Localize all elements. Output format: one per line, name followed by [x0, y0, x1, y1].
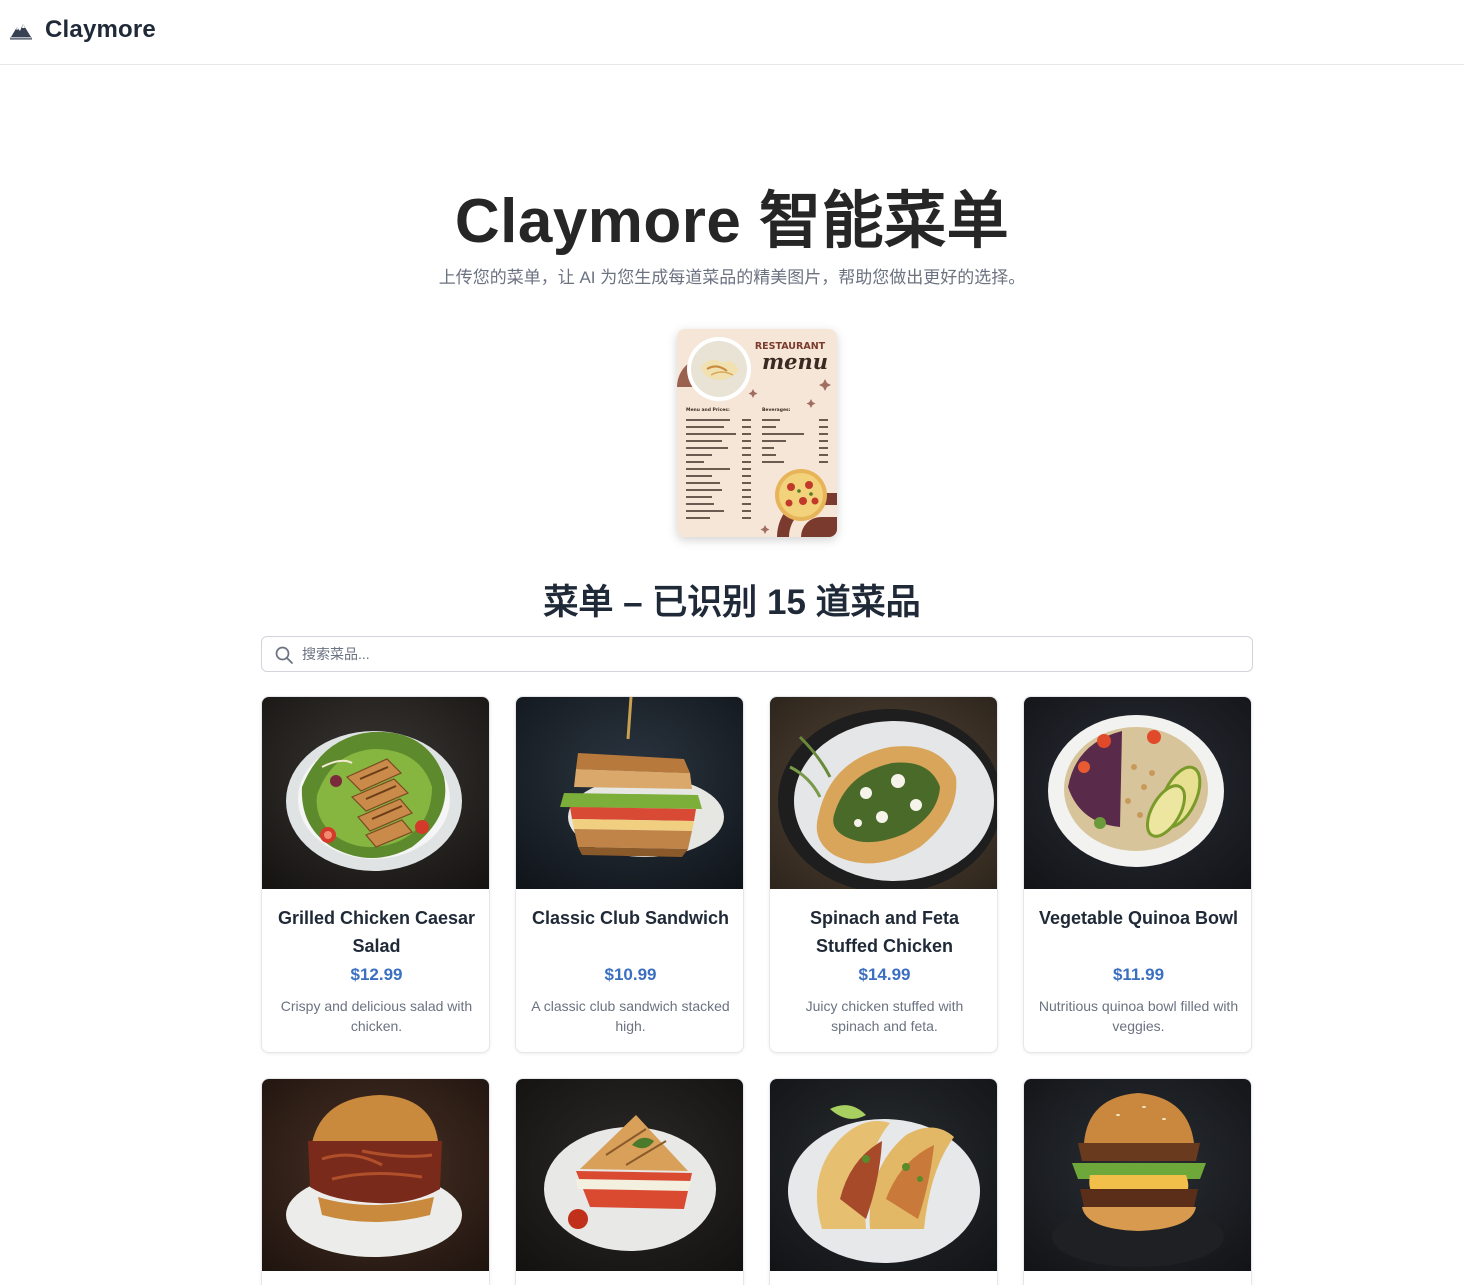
dish-card-classic-club-sandwich[interactable]: Classic Club Sandwich $10.99 A classic c…	[515, 696, 744, 1053]
quinoa-bowl-photo	[1024, 697, 1251, 889]
grilled-panini-photo	[516, 1079, 743, 1271]
stuffed-chicken-photo	[770, 697, 997, 889]
search-input[interactable]	[302, 637, 1242, 671]
uploaded-menu-thumbnail[interactable]: RESTAURANT menu Menu and Prices: Beverag…	[677, 329, 837, 537]
menu-section-title: 菜单 – 已识别 15 道菜品	[543, 583, 921, 622]
page-subtitle: 上传您的菜单，让 AI 为您生成每道菜品的精美图片，帮助您做出更好的选择。	[438, 268, 1026, 287]
pulled-pork-sandwich-photo	[262, 1079, 489, 1271]
dish-card-grilled-chicken-caesar-salad[interactable]: Grilled Chicken Caesar Salad $12.99 Cris…	[261, 696, 490, 1053]
dish-description: Juicy chicken stuffed with spinach and f…	[805, 998, 964, 1034]
claymore-logo-icon[interactable]	[8, 19, 34, 43]
dish-price: $10.99	[604, 965, 657, 984]
dish-description: A classic club sandwich stacked high.	[531, 998, 730, 1034]
dish-description: Crispy and delicious salad with chicken.	[280, 998, 473, 1034]
club-sandwich-photo	[516, 697, 743, 889]
fish-tacos-photo	[770, 1079, 997, 1271]
brand-name[interactable]: Claymore	[45, 16, 156, 44]
thumbnail-menu-title: Menu and Prices:	[686, 407, 730, 413]
grilled-chicken-salad-photo	[262, 697, 489, 889]
dish-price: $11.99	[1112, 965, 1165, 984]
cheeseburger-photo	[1024, 1079, 1251, 1271]
dish-name: Grilled Chicken Caesar Salad	[277, 908, 476, 956]
dish-card[interactable]	[1023, 1078, 1252, 1285]
page-title: Claymore 智能菜单	[454, 187, 1010, 256]
search-icon	[275, 646, 293, 664]
dish-card[interactable]	[515, 1078, 744, 1285]
dish-card-vegetable-quinoa-bowl[interactable]: Vegetable Quinoa Bowl $11.99 Nutritious …	[1023, 696, 1252, 1053]
dish-name: Classic Club Sandwich	[531, 908, 730, 928]
top-navbar: Claymore	[0, 0, 1464, 65]
dish-card-spinach-feta-stuffed-chicken[interactable]: Spinach and Feta Stuffed Chicken $14.99 …	[769, 696, 998, 1053]
thumbnail-beverages-title: Beverages:	[762, 407, 791, 413]
search-bar[interactable]	[261, 636, 1253, 672]
dish-card[interactable]	[261, 1078, 490, 1285]
dish-name: Spinach and Feta Stuffed Chicken	[809, 908, 960, 956]
dish-description: Nutritious quinoa bowl filled with veggi…	[1038, 998, 1239, 1034]
thumbnail-script-heading: menu	[762, 349, 828, 374]
dish-price: $12.99	[350, 965, 403, 984]
dish-price: $14.99	[858, 965, 911, 984]
dish-card[interactable]	[769, 1078, 998, 1285]
dish-name: Vegetable Quinoa Bowl	[1038, 908, 1239, 928]
